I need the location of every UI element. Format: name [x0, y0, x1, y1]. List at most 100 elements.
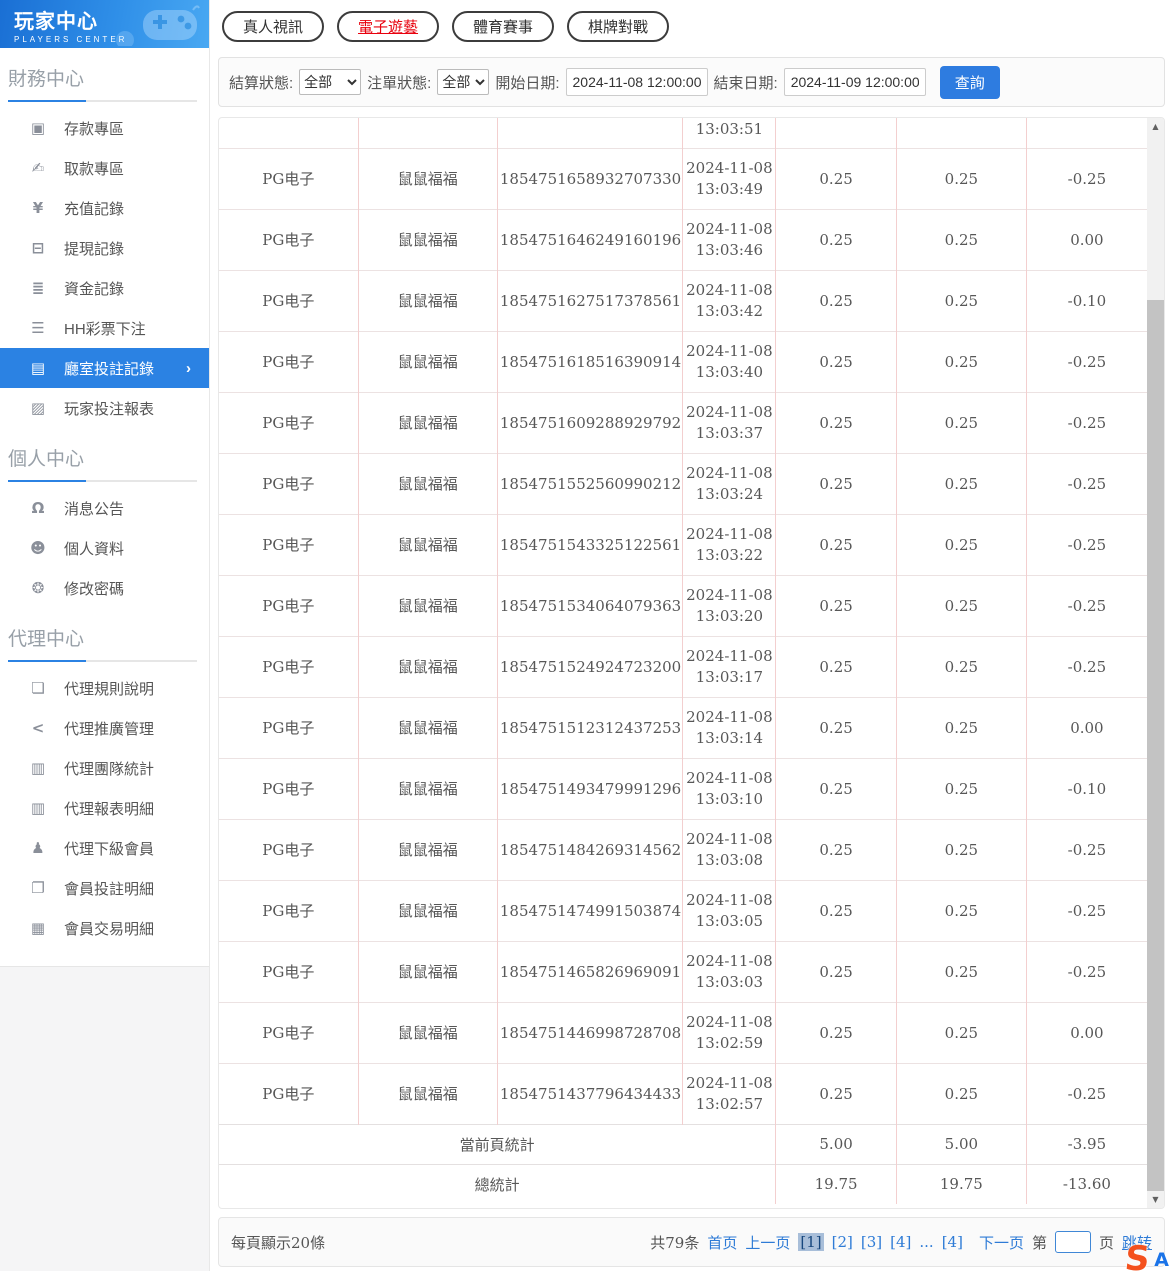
first-page-link[interactable]: 首页 — [707, 1232, 737, 1253]
bet-time-cell: 2024-11-0813:03:03 — [683, 941, 776, 1002]
profit-cell: -0.25 — [1026, 148, 1147, 209]
sidebar-item-agent-report-detail[interactable]: ▥代理報表明細 — [0, 788, 209, 828]
start-date-input[interactable] — [566, 68, 708, 96]
order-number-cell: 1854751627517378561 — [497, 270, 683, 331]
page-ellipsis: ... — [919, 1233, 933, 1251]
sidebar-item-member-bet-detail[interactable]: ❐會員投註明細 — [0, 868, 209, 908]
valid-bet-cell: 0.25 — [896, 1063, 1026, 1124]
game-name-cell: 鼠鼠福福 — [358, 331, 497, 392]
sidebar-item-funds-records[interactable]: ≣資金記錄 — [0, 268, 209, 308]
table-row: PG电子鼠鼠福福18547514658269690912024-11-0813:… — [219, 941, 1147, 1002]
game-name-cell: 鼠鼠福福 — [358, 697, 497, 758]
section-underline — [8, 660, 197, 662]
translator-a-badge-icon[interactable]: A — [1154, 1249, 1169, 1271]
scroll-down-arrow-icon[interactable]: ▼ — [1147, 1191, 1164, 1208]
settle-status-select[interactable]: 全部 — [299, 69, 361, 95]
page-jump-input[interactable] — [1055, 1231, 1091, 1253]
sidebar-item-hall-bet-records[interactable]: ▤廳室投註記錄› — [0, 348, 209, 388]
profit-cell: -0.25 — [1026, 636, 1147, 697]
table-cell — [219, 118, 358, 148]
sidebar-item-withdrawal-records[interactable]: ⊟提現記錄 — [0, 228, 209, 268]
sidebar-item-label: 代理規則說明 — [64, 678, 154, 699]
table-row: PG电子鼠鼠福福18547515340640793632024-11-0813:… — [219, 575, 1147, 636]
profit-cell: 0.00 — [1026, 209, 1147, 270]
profit-cell: -0.25 — [1026, 575, 1147, 636]
bet-amount-cell: 0.25 — [776, 880, 897, 941]
platform-cell: PG电子 — [219, 880, 358, 941]
table-row: PG电子鼠鼠福福18547516185163909142024-11-0813:… — [219, 331, 1147, 392]
game-name-cell: 鼠鼠福福 — [358, 514, 497, 575]
sidebar-item-hh-lottery-bets[interactable]: ☰HH彩票下注 — [0, 308, 209, 348]
table-row: PG电子鼠鼠福福18547516462491601962024-11-0813:… — [219, 209, 1147, 270]
tab-electronic-games[interactable]: 電子遊藝 — [337, 11, 439, 42]
valid-bet-cell: 0.25 — [896, 392, 1026, 453]
table-row-partial: 13:03:51 — [219, 118, 1147, 148]
tab-board-games[interactable]: 棋牌對戰 — [567, 11, 669, 42]
settle-status-label: 結算狀態: — [229, 72, 293, 93]
category-tabs: 真人視訊電子遊藝體育賽事棋牌對戰 — [222, 6, 1165, 46]
page-link[interactable]: [3] — [861, 1233, 882, 1251]
order-status-label: 注單狀態: — [367, 72, 431, 93]
order-number-cell: 1854751646249160196 — [497, 209, 683, 270]
order-number-cell: 1854751618516390914 — [497, 331, 683, 392]
end-date-input[interactable] — [784, 68, 926, 96]
tab-sports[interactable]: 體育賽事 — [452, 11, 554, 42]
sidebar-item-agent-team-stats[interactable]: ▥代理團隊統計 — [0, 748, 209, 788]
order-status-select[interactable]: 全部 — [437, 69, 489, 95]
profit-cell: -0.25 — [1026, 1063, 1147, 1124]
sidebar-item-profile[interactable]: ☻個人資料 — [0, 528, 209, 568]
profit-cell: -0.25 — [1026, 331, 1147, 392]
table-scrollbar[interactable]: ▲ ▼ — [1147, 118, 1164, 1208]
table-cell — [896, 118, 1026, 148]
hand-money-icon: ✍ — [28, 159, 48, 177]
platform-cell: PG电子 — [219, 514, 358, 575]
summary-valid-cell: 5.00 — [896, 1124, 1026, 1164]
sidebar-item-member-trans-detail[interactable]: ▦會員交易明細 — [0, 908, 209, 948]
platform-cell: PG电子 — [219, 636, 358, 697]
platform-cell: PG电子 — [219, 148, 358, 209]
sidebar-item-change-password[interactable]: ❂修改密碼 — [0, 568, 209, 608]
newspaper-icon: ▥ — [28, 759, 48, 777]
table-row: PG电子鼠鼠福福18547514934799912962024-11-0813:… — [219, 758, 1147, 819]
sidebar-item-agent-sub-members[interactable]: ♟代理下級會員 — [0, 828, 209, 868]
order-number-cell: 1854751534064079363 — [497, 575, 683, 636]
sidebar-item-deposit-area[interactable]: ▣存款專區 — [0, 108, 209, 148]
page-link[interactable]: [4] — [890, 1233, 911, 1251]
sidebar-item-player-bet-report[interactable]: ▨玩家投注報表 — [0, 388, 209, 428]
money-bag-icon: ¥ — [28, 199, 48, 217]
page-link[interactable]: [4] — [942, 1233, 963, 1251]
platform-cell: PG电子 — [219, 758, 358, 819]
valid-bet-cell: 0.25 — [896, 758, 1026, 819]
profit-cell: -0.25 — [1026, 514, 1147, 575]
bet-records-table: 13:03:51PG电子鼠鼠福福18547516589327073302024-… — [219, 118, 1147, 1204]
platform-cell: PG电子 — [219, 453, 358, 514]
page-link[interactable]: [2] — [832, 1233, 853, 1251]
sidebar-item-recharge-records[interactable]: ¥充值記錄 — [0, 188, 209, 228]
valid-bet-cell: 0.25 — [896, 941, 1026, 1002]
search-button[interactable]: 查詢 — [940, 66, 1000, 99]
bet-amount-cell: 0.25 — [776, 270, 897, 331]
sidebar-header: 玩家中心 PLAYERS CENTER — [0, 0, 209, 48]
sidebar: 玩家中心 PLAYERS CENTER 財務中心 ▣存款專區✍取款專區¥充值記錄⊟… — [0, 0, 210, 1271]
translator-s-badge-icon[interactable]: S — [1122, 1239, 1151, 1271]
page-link-current[interactable]: [1] — [798, 1233, 823, 1251]
sidebar-section-title: 代理中心 — [8, 624, 199, 660]
pagination-bar: 每頁顯示20條 共79条 首页 上一页 [1][2][3][4]...[4] 下… — [218, 1217, 1165, 1267]
sidebar-section-title: 財務中心 — [8, 64, 199, 100]
platform-cell: PG电子 — [219, 392, 358, 453]
tab-live-video[interactable]: 真人視訊 — [222, 11, 324, 42]
clipboard-icon: ❐ — [28, 879, 48, 897]
scrollbar-thumb[interactable] — [1147, 300, 1164, 1191]
sidebar-item-agent-promotion[interactable]: <代理推廣管理 — [0, 708, 209, 748]
table-row: PG电子鼠鼠福福18547515433251225612024-11-0813:… — [219, 514, 1147, 575]
sidebar-item-withdraw-area[interactable]: ✍取款專區 — [0, 148, 209, 188]
bet-time-cell: 2024-11-0813:03:08 — [683, 819, 776, 880]
scroll-up-arrow-icon[interactable]: ▲ — [1147, 118, 1164, 135]
sidebar-item-agent-rules[interactable]: ❏代理規則說明 — [0, 668, 209, 708]
order-number-cell: 1854751484269314562 — [497, 819, 683, 880]
sidebar-item-announcements[interactable]: Ω消息公告 — [0, 488, 209, 528]
game-name-cell: 鼠鼠福福 — [358, 453, 497, 514]
next-page-link[interactable]: 下一页 — [979, 1232, 1024, 1253]
prev-page-link[interactable]: 上一页 — [745, 1232, 790, 1253]
gamepad-icon — [115, 2, 201, 46]
